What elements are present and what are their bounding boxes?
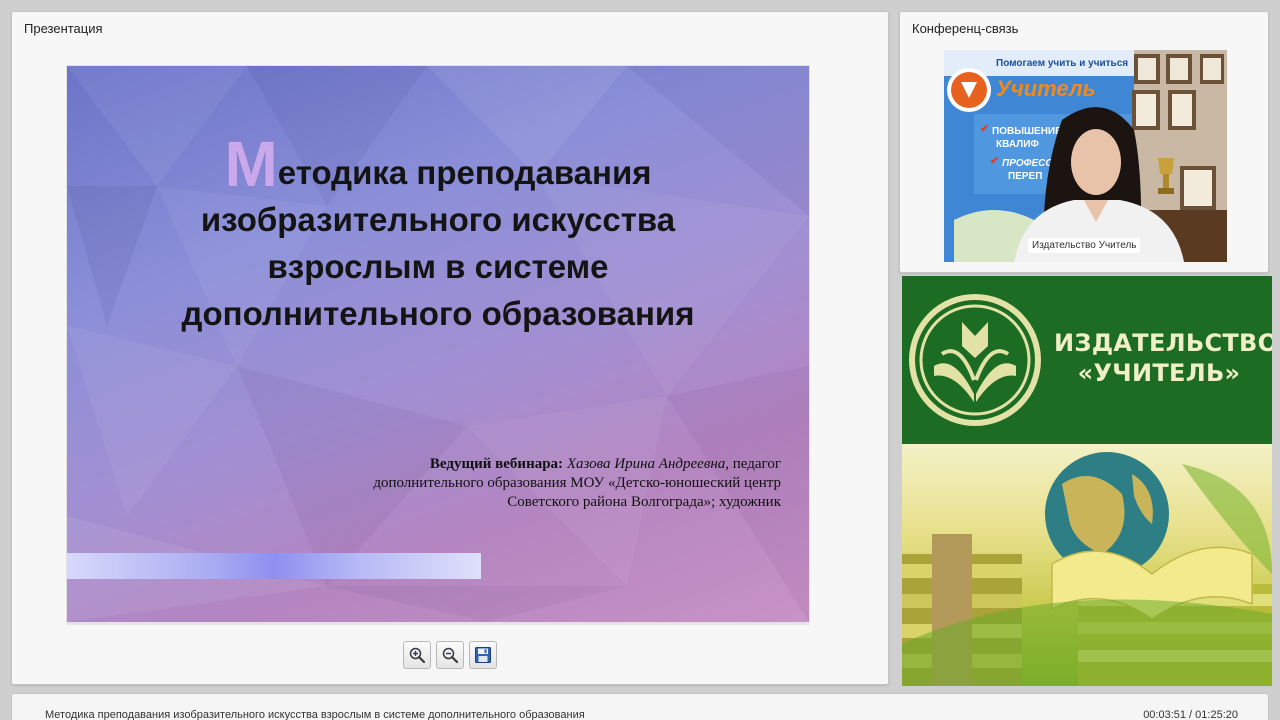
slide-title: Методика преподавания изобразительного и… [67, 132, 809, 337]
presentation-panel: Презентация Методика преподавания изобра… [11, 11, 889, 685]
conference-panel: Конференц-связь Помогаем учить и учиться… [899, 11, 1269, 273]
publisher-name-line-2: «УЧИТЕЛЬ» [1077, 359, 1241, 387]
playback-time: 00:03:51 / 01:25:20 [1143, 709, 1238, 720]
slide-title-dropcap: М [224, 128, 278, 200]
playback-status-bar: Методика преподавания изобразительного и… [11, 693, 1269, 720]
slide-title-line-3: взрослым в системе [267, 248, 609, 285]
zoom-in-icon [409, 647, 426, 664]
conference-video[interactable]: Помогаем учить и учиться Учитель ✔ ПОВЫШ… [944, 50, 1227, 262]
slide-decorative-bar [67, 553, 481, 579]
video-frame: Помогаем учить и учиться Учитель ✔ ПОВЫШ… [944, 50, 1227, 262]
slide-host-role: педагог [732, 456, 781, 472]
slide-title-line-1-text: етодика преподавания [277, 154, 652, 191]
slide-host-line-2: дополнительного образования МОУ «Детско-… [373, 475, 781, 491]
poster-brand: Учитель [996, 76, 1096, 101]
publisher-name-line-1: ИЗДАТЕЛЬСТВО [1054, 329, 1272, 357]
zoom-out-icon [442, 647, 459, 664]
video-participant-label: Издательство Учитель [1028, 238, 1141, 253]
svg-text:✔: ✔ [980, 123, 989, 135]
presentation-slide: Методика преподавания изобразительного и… [67, 66, 809, 622]
svg-text:✔: ✔ [990, 155, 999, 167]
poster-item-2b: ПЕРЕП [1008, 171, 1042, 182]
presentation-panel-title: Презентация [24, 21, 103, 36]
save-button[interactable] [469, 641, 497, 669]
webinar-title: Методика преподавания изобразительного и… [45, 709, 585, 720]
floppy-disk-icon [475, 647, 491, 663]
poster-item-2: ПРОФЕСС [1002, 158, 1053, 169]
publisher-banner: ИЗДАТЕЛЬСТВО «УЧИТЕЛЬ» [902, 276, 1272, 686]
slide-title-line-4: дополнительного образования [181, 295, 695, 332]
books-and-globe-illustration [902, 452, 1272, 686]
publisher-name: ИЗДАТЕЛЬСТВО «УЧИТЕЛЬ» [1054, 328, 1272, 388]
conference-panel-title: Конференц-связь [912, 21, 1019, 36]
slide-host-line-1: Ведущий вебинара: Хазова Ирина Андреевна… [261, 455, 781, 474]
slide-title-line-1: Методика преподавания [67, 132, 809, 196]
publisher-banner-picture [902, 444, 1272, 686]
slide-host-info: Ведущий вебинара: Хазова Ирина Андреевна… [261, 455, 781, 512]
zoom-out-button[interactable] [436, 641, 464, 669]
slide-host-line-3: Советского района Волгограда»; художник [507, 494, 781, 510]
slide-host-name: Хазова Ирина Андреевна, [566, 456, 730, 472]
poster-item-1b: КВАЛИФ [996, 139, 1039, 150]
poster-slogan: Помогаем учить и учиться [996, 58, 1128, 69]
slide-title-line-2: изобразительного искусства [200, 201, 676, 238]
slide-host-label: Ведущий вебинара: [429, 456, 564, 472]
zoom-in-button[interactable] [403, 641, 431, 669]
poster-item-1: ПОВЫШЕНИЕ [992, 126, 1062, 137]
